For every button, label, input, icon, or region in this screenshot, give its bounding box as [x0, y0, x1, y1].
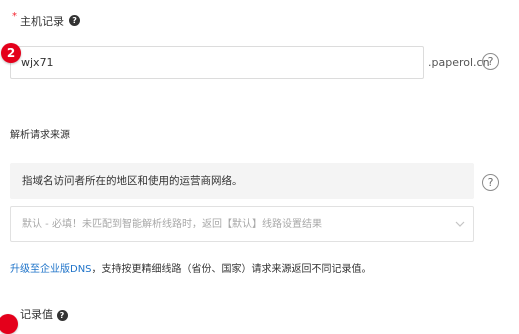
host-record-label-row: 主机记录 ? — [20, 10, 81, 29]
record-value-label-row: 记录值 ? — [20, 308, 68, 322]
host-record-input[interactable]: wjx71 — [10, 46, 424, 79]
upgrade-notice: 升级至企业版DNS，支持按更精细线路（省份、国家）请求来源返回不同记录值。 — [10, 263, 372, 276]
host-record-label: 主机记录 — [20, 15, 64, 28]
chevron-down-icon[interactable] — [454, 218, 466, 230]
upgrade-notice-text: ，支持按更精细线路（省份、国家）请求来源返回不同记录值。 — [91, 264, 372, 275]
step-marker-badge — [0, 314, 18, 334]
domain-suffix: .paperol.cn — [428, 56, 490, 69]
question-circle-icon[interactable]: ? — [482, 53, 499, 70]
record-value-label: 记录值 — [20, 308, 53, 321]
upgrade-enterprise-dns-link[interactable]: 升级至企业版DNS — [10, 264, 92, 275]
question-filled-icon[interactable]: ? — [56, 309, 68, 321]
step-marker-badge: 2 — [1, 43, 21, 63]
question-circle-icon[interactable]: ? — [482, 174, 499, 191]
required-asterisk: * — [12, 11, 17, 22]
question-filled-icon[interactable]: ? — [69, 15, 81, 26]
resolution-source-info-text: 指域名访问者所在的地区和使用的运营商网络。 — [22, 175, 243, 187]
resolution-line-select-value: 默认 - 必填！未匹配到智能解析线路时，返回【默认】线路设置结果 — [22, 219, 322, 230]
resolution-source-title: 解析请求来源 — [10, 130, 70, 141]
